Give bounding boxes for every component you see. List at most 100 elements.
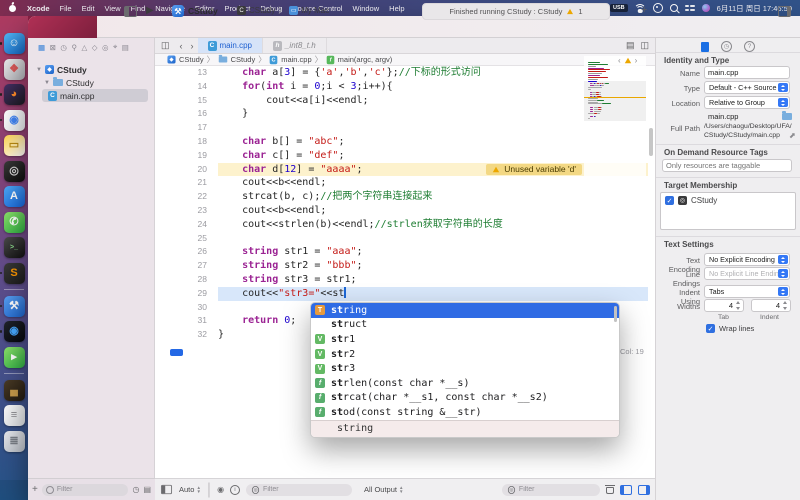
tab-main-cpp[interactable]: C main.cpp xyxy=(198,38,263,53)
file-inspector-tab[interactable] xyxy=(701,42,709,52)
menu-item-xcode[interactable]: Xcode xyxy=(22,4,55,13)
code-line[interactable]: 13 char a[3] = {'a','b','c'};//下标的形式访问 xyxy=(155,66,648,80)
info-icon[interactable]: i xyxy=(230,485,240,495)
menu-item-edit[interactable]: Edit xyxy=(77,4,100,13)
ondemand-field[interactable] xyxy=(662,159,792,172)
variables-scope-selector[interactable]: Auto▲▼ xyxy=(179,485,201,494)
menu-item-help[interactable]: Help xyxy=(384,4,409,13)
target-row[interactable]: ✓ ◎ CStudy xyxy=(661,193,795,208)
jump-bar[interactable]: ◆ CStudy 〉 CStudy 〉 C main.cpp 〉 f main(… xyxy=(155,54,655,66)
completion-item-stod-const-string-__str-[interactable]: fstod(const string &__str) xyxy=(311,405,619,420)
menu-item-file[interactable]: File xyxy=(55,4,77,13)
add-file-button[interactable]: + xyxy=(32,484,38,495)
code-line[interactable]: 28 string str3 = str1; xyxy=(155,273,648,287)
control-center-icon[interactable] xyxy=(685,5,695,12)
type-select[interactable]: Default - C++ Source xyxy=(704,81,790,94)
add-button[interactable]: + xyxy=(641,4,647,16)
dock-item-finder[interactable]: ☺ xyxy=(4,33,25,54)
completion-item-strlen-const-char-__s-[interactable]: fstrlen(const char *__s) xyxy=(311,376,619,391)
code-line[interactable]: 23 cout<<b<<endl; xyxy=(155,204,648,218)
completion-scrollbar-thumb[interactable] xyxy=(614,306,618,322)
tree-project-row[interactable]: ▼ ◆ CStudy xyxy=(28,63,154,76)
source-control-icon[interactable]: ⊠ xyxy=(50,43,56,52)
disclosure-icon[interactable]: ▼ xyxy=(36,67,42,73)
navigator-filter-input[interactable] xyxy=(57,486,125,493)
name-input[interactable] xyxy=(708,68,786,77)
indent-width-stepper[interactable]: 4 xyxy=(751,299,791,312)
crumb-project[interactable]: CStudy xyxy=(179,55,204,64)
prev-issue-icon[interactable]: ‹ xyxy=(618,56,621,65)
crumb-file[interactable]: main.cpp xyxy=(281,55,311,64)
project-navigator-icon[interactable]: ▦ xyxy=(38,43,45,52)
debug-layout-icon[interactable] xyxy=(161,485,172,494)
add-editor-icon[interactable]: ◫ xyxy=(638,40,655,51)
disclosure-icon[interactable]: ▼ xyxy=(44,80,50,86)
console-scope-selector[interactable]: All Output▲▼ xyxy=(364,485,403,494)
console-filter-field[interactable]: ◎ xyxy=(502,484,600,496)
dock-item-launchpad[interactable]: ❖ xyxy=(4,59,25,80)
bookmarks-icon[interactable]: ◷ xyxy=(60,43,67,52)
tab-int8-t-h[interactable]: h _int8_t.h xyxy=(263,38,327,53)
menu-item-view[interactable]: View xyxy=(100,4,126,13)
debug-navigator-icon[interactable]: ◎ xyxy=(102,43,109,52)
indent-using-select[interactable]: Tabs xyxy=(704,285,790,298)
code-line[interactable]: 14 for(int i = 0;i < 3;i++){ xyxy=(155,80,648,94)
code-line[interactable]: 22 strcat(b, c);//把两个字符串连接起来 xyxy=(155,190,648,204)
completion-item-str1[interactable]: Vstr1 xyxy=(311,332,619,347)
zoom-window-button[interactable] xyxy=(0,8,7,15)
checkbox-checked-icon[interactable]: ✓ xyxy=(665,196,674,205)
dock-item-notes[interactable]: ▭ xyxy=(4,135,25,156)
tab-width-stepper[interactable]: 4 xyxy=(704,299,744,312)
find-navigator-icon[interactable]: ⚲ xyxy=(71,43,77,52)
back-icon[interactable]: ‹ xyxy=(176,41,187,51)
siri-icon[interactable] xyxy=(702,4,710,12)
variables-filter-field[interactable]: ◎ xyxy=(246,484,352,496)
code-line[interactable]: 26 string str1 = "aaa"; xyxy=(155,245,648,259)
scheme-selector[interactable]: C CStudy 〉 ▭ My Mac xyxy=(237,5,329,16)
tree-group-row[interactable]: ▼ CStudy xyxy=(28,76,154,89)
location-select[interactable]: Relative to Group xyxy=(704,96,790,109)
recent-files-icon[interactable]: ◷ xyxy=(132,485,139,494)
dock-item-downloads-stack[interactable]: ≡ xyxy=(4,405,25,426)
navigator-filter-field[interactable] xyxy=(42,484,129,496)
completion-item-struct[interactable]: struct xyxy=(311,318,619,333)
code-line[interactable]: 16 } xyxy=(155,107,648,121)
checkbox-checked-icon[interactable]: ✓ xyxy=(706,324,715,333)
crumb-function[interactable]: main(argc, argv) xyxy=(338,55,393,64)
dock-item-chrome[interactable]: ◉ xyxy=(4,110,25,131)
scm-status-icon[interactable]: ▤ xyxy=(143,485,151,494)
completion-item-str2[interactable]: Vstr2 xyxy=(311,347,619,362)
dock-item-app-store[interactable]: A xyxy=(4,186,25,207)
encoding-select[interactable]: No Explicit Encoding xyxy=(704,253,790,266)
dock-item-wechat[interactable]: ✆ xyxy=(4,212,25,233)
code-line[interactable]: 18 char b[] = "abc"; xyxy=(155,135,648,149)
quick-help-tab[interactable]: ? xyxy=(744,41,755,52)
dock-item-terminal[interactable]: >_ xyxy=(4,237,25,258)
completion-item-strcat-char-__s1-const-char-__s2-[interactable]: fstrcat(char *__s1, const char *__s2) xyxy=(311,391,619,406)
forward-icon[interactable]: › xyxy=(187,41,198,51)
variables-filter-input[interactable] xyxy=(263,486,347,493)
wrap-lines-row[interactable]: ✓ Wrap lines xyxy=(706,324,754,333)
tree-file-row-selected[interactable]: C main.cpp xyxy=(42,89,148,102)
activity-status[interactable]: Finished running CStudy : CStudy 1 xyxy=(422,3,610,20)
dock-item-screen-recorder[interactable]: ◎ xyxy=(4,161,25,182)
reveal-path-icon[interactable]: ⬈ xyxy=(789,128,796,144)
editor-bottom-indicator[interactable] xyxy=(170,349,183,356)
ondemand-input[interactable] xyxy=(666,161,788,170)
code-line[interactable]: 29 cout<<"str3="<<st xyxy=(155,287,648,301)
code-line[interactable]: 27 string str2 = "bbb"; xyxy=(155,259,648,273)
history-inspector-tab[interactable]: ◷ xyxy=(721,41,732,52)
toggle-variables-view-icon[interactable] xyxy=(620,485,632,495)
code-line[interactable]: 25 xyxy=(155,232,648,246)
spotlight-search-icon[interactable] xyxy=(670,4,678,12)
completion-item-string[interactable]: Tstring xyxy=(311,303,619,318)
editor-options-icon[interactable]: ▤ xyxy=(622,40,639,51)
console-filter-input[interactable] xyxy=(519,486,595,493)
code-line[interactable]: 21 cout<<b<<endl; xyxy=(155,176,648,190)
dock-item-trash[interactable]: ≣ xyxy=(4,431,25,452)
dock-item-minimized-window[interactable]: ▄ xyxy=(4,380,25,401)
clear-console-icon[interactable] xyxy=(606,485,614,494)
crumb-group[interactable]: CStudy xyxy=(231,55,256,64)
reports-icon[interactable]: ▤ xyxy=(122,43,129,52)
code-line[interactable]: 20 char d[12] = "aaaa";Unused variable '… xyxy=(155,163,648,177)
